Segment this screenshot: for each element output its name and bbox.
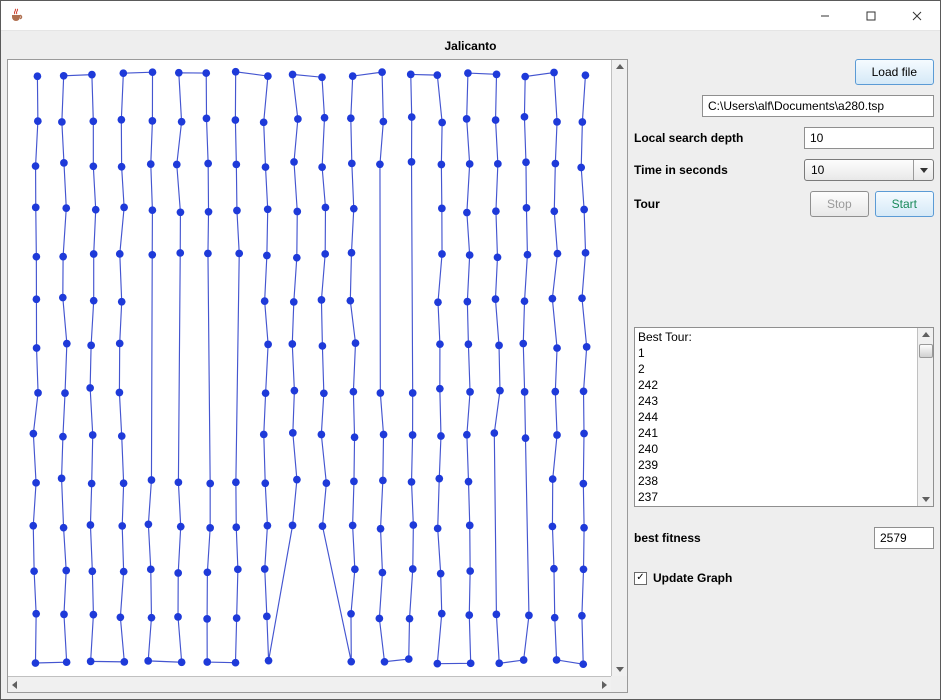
graph-canvas (8, 60, 611, 676)
scroll-corner (611, 676, 627, 692)
local-search-depth-input[interactable] (804, 127, 934, 149)
graph-panel (7, 59, 628, 693)
tour-scrollbar[interactable] (917, 328, 933, 506)
minimize-button[interactable] (802, 1, 848, 31)
titlebar (1, 1, 940, 31)
graph-horizontal-scrollbar[interactable] (8, 676, 611, 692)
graph-vertical-scrollbar[interactable] (611, 60, 627, 676)
file-path-input[interactable] (702, 95, 934, 117)
local-search-depth-label: Local search depth (634, 131, 804, 145)
java-cup-icon (9, 8, 25, 24)
tour-output-text[interactable]: Best Tour: 1 2 242 243 244 241 240 239 2… (635, 328, 917, 506)
time-in-seconds-value: 10 (805, 160, 913, 180)
app-title: Jalicanto (7, 37, 934, 59)
update-graph-label: Update Graph (653, 571, 732, 585)
maximize-button[interactable] (848, 1, 894, 31)
time-in-seconds-select[interactable]: 10 (804, 159, 934, 181)
best-fitness-output[interactable] (874, 527, 934, 549)
tour-label: Tour (634, 197, 810, 211)
time-in-seconds-label: Time in seconds (634, 163, 804, 177)
update-graph-checkbox[interactable]: ✓ (634, 572, 647, 585)
tour-scrollbar-thumb[interactable] (919, 344, 933, 358)
chevron-down-icon (913, 160, 933, 180)
load-file-button[interactable]: Load file (855, 59, 934, 85)
start-button[interactable]: Start (875, 191, 934, 217)
side-panel: Load file Local search depth Time in sec… (634, 59, 934, 693)
tour-output-box: Best Tour: 1 2 242 243 244 241 240 239 2… (634, 327, 934, 507)
best-fitness-label: best fitness (634, 531, 874, 545)
stop-button[interactable]: Stop (810, 191, 869, 217)
close-button[interactable] (894, 1, 940, 31)
